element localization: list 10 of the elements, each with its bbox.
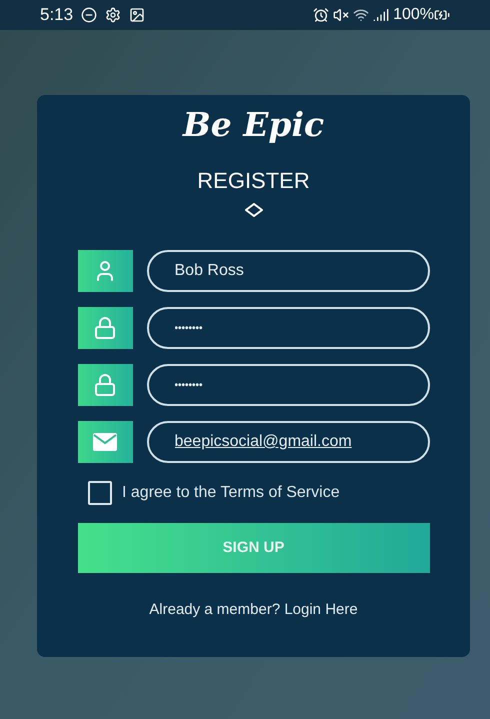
input-field[interactable]: beepicsocial@gmail.com	[146, 421, 430, 463]
battery-percent: 100%	[393, 5, 434, 25]
page-title: REGISTER	[197, 167, 310, 195]
clock-time: 5:13	[40, 4, 74, 26]
login-link[interactable]: Already a member? Login Here	[149, 599, 358, 622]
input-field[interactable]: Bob Ross	[146, 250, 430, 292]
app-logo: Be Epic	[182, 104, 324, 146]
input-field[interactable]: ••••••••	[146, 307, 430, 349]
input-field[interactable]: ••••••••	[146, 364, 430, 406]
terms-label: I agree to the Terms of Service	[122, 483, 340, 503]
